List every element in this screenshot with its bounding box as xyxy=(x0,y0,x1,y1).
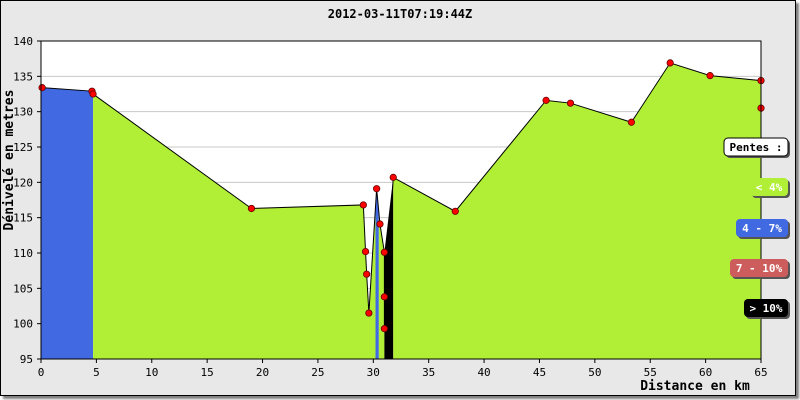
legend-entry-4-label: < 4% xyxy=(756,181,783,194)
x-axis-label: Distance en km xyxy=(640,379,750,394)
x-tick-label: 65 xyxy=(754,366,767,379)
slope-fill-47 xyxy=(41,87,94,359)
data-point xyxy=(38,84,46,92)
y-tick-label: 110 xyxy=(13,247,33,260)
data-point xyxy=(706,72,714,80)
data-point xyxy=(363,270,371,278)
data-point xyxy=(389,173,397,181)
x-tick-label: 15 xyxy=(201,366,214,379)
x-tick-label: 60 xyxy=(699,366,712,379)
legend-entry-47-label: 4 - 7% xyxy=(742,222,782,235)
data-point xyxy=(373,185,381,193)
legend-entry-710-label: 7 - 10% xyxy=(736,262,783,275)
data-point xyxy=(89,90,97,98)
x-tick-labels: 0 5 10 15 20 25 30 35 40 45 50 55 60 65 xyxy=(38,366,768,379)
data-point xyxy=(380,293,388,301)
y-axis-label: Dénivelé en metres xyxy=(2,90,17,231)
data-point xyxy=(361,247,370,256)
y-tick-label: 95 xyxy=(20,353,33,366)
x-tick-label: 50 xyxy=(588,366,601,379)
legend-title-label: Pentes : xyxy=(730,141,783,154)
y-tick-label: 135 xyxy=(13,70,33,83)
x-tick-label: 35 xyxy=(422,366,435,379)
data-point xyxy=(380,248,388,256)
data-point xyxy=(451,207,459,215)
x-tick-label: 5 xyxy=(93,366,100,379)
x-tick-label: 0 xyxy=(38,366,45,379)
data-point xyxy=(542,96,550,104)
data-point xyxy=(380,325,388,333)
x-tick-label: 20 xyxy=(256,366,269,379)
x-tick-label: 10 xyxy=(145,366,158,379)
y-tick-label: 100 xyxy=(13,318,33,331)
data-point xyxy=(247,204,256,213)
data-point xyxy=(666,59,674,67)
data-point xyxy=(566,99,575,107)
data-point xyxy=(376,220,384,228)
x-tick-label: 40 xyxy=(477,366,490,379)
x-tick-label: 25 xyxy=(311,366,324,379)
x-tick-label: 45 xyxy=(533,366,546,379)
data-point xyxy=(365,309,373,317)
chart-title: 2012-03-11T07:19:44Z xyxy=(328,7,473,21)
elevation-chart: 2012-03-11T07:19:44Z 0 5 10 15 20 25 30 35 40 45 5… xyxy=(2,7,790,394)
legend-entry-10-label: > 10% xyxy=(749,302,782,315)
x-tick-label: 55 xyxy=(644,366,657,379)
data-point xyxy=(359,201,367,209)
y-tick-label: 105 xyxy=(13,282,33,295)
x-tick-label: 30 xyxy=(367,366,380,379)
data-point xyxy=(627,118,636,126)
slope-fill-47 xyxy=(375,188,379,359)
y-tick-label: 140 xyxy=(13,35,33,48)
